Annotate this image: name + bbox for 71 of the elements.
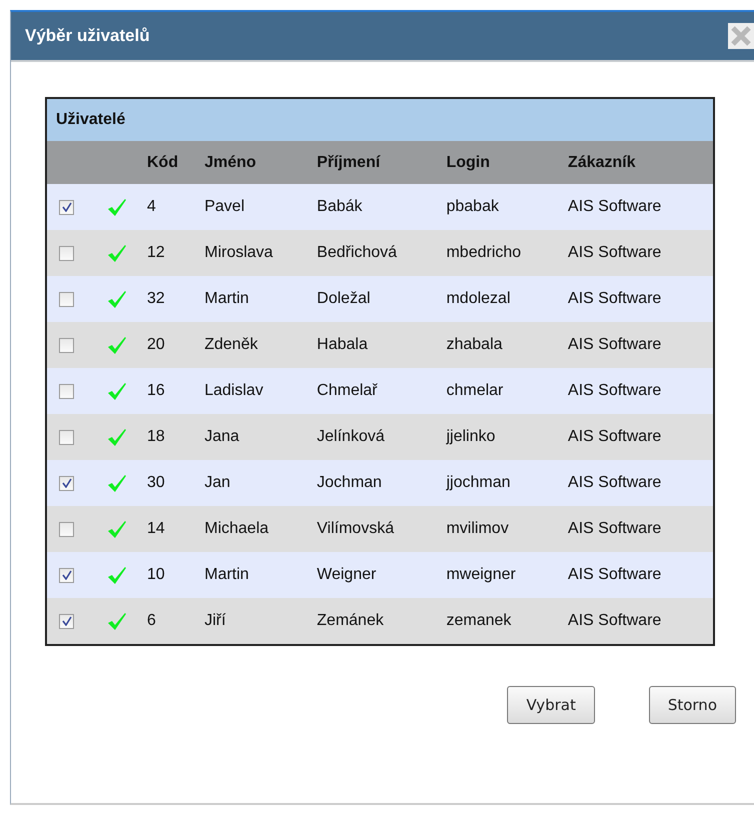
row-checkbox[interactable]	[59, 292, 74, 306]
table-cell: AIS Software	[564, 322, 713, 368]
table-cell: 16	[143, 368, 200, 414]
table-cell: AIS Software	[564, 460, 713, 506]
close-icon	[728, 23, 754, 49]
table-cell: Bedřichová	[312, 230, 442, 276]
table-cell: AIS Software	[564, 368, 713, 414]
column-header: Zákazník	[564, 141, 713, 184]
table-caption: Uživatelé	[47, 99, 713, 141]
table-cell: Habala	[312, 322, 442, 368]
table-cell: 32	[143, 276, 200, 322]
table-cell: 18	[143, 414, 200, 460]
table-cell: Weigner	[312, 552, 442, 598]
row-checkbox[interactable]	[59, 614, 74, 628]
table-cell: jjelinko	[442, 414, 564, 460]
row-checkbox[interactable]	[59, 338, 74, 352]
table-cell: AIS Software	[564, 598, 713, 644]
table-cell: AIS Software	[564, 506, 713, 552]
table-cell: 4	[143, 184, 200, 230]
table-cell: AIS Software	[564, 230, 713, 276]
row-checkbox[interactable]	[59, 476, 74, 490]
table-cell: chmelar	[442, 368, 564, 414]
table-cell: Jochman	[312, 460, 442, 506]
table-cell: 12	[143, 230, 200, 276]
table-cell: 6	[143, 598, 200, 644]
close-button[interactable]	[728, 23, 754, 49]
row-checkbox[interactable]	[59, 568, 74, 582]
table-cell: Jelínková	[312, 414, 442, 460]
row-checkbox[interactable]	[59, 200, 74, 214]
row-checkbox[interactable]	[59, 246, 74, 260]
row-checkbox[interactable]	[59, 430, 74, 444]
table-cell: 20	[143, 322, 200, 368]
table-cell: Jiří	[200, 598, 313, 644]
table-cell: Martin	[200, 276, 313, 322]
column-header: Příjmení	[312, 141, 442, 184]
table-cell: Chmelař	[312, 368, 442, 414]
column-header: Jméno	[200, 141, 313, 184]
select-button[interactable]: Vybrat	[507, 686, 595, 724]
table-cell: Pavel	[200, 184, 313, 230]
table-cell: Jana	[200, 414, 313, 460]
window-title: Výběr uživatelů	[25, 26, 150, 46]
table-cell: mdolezal	[442, 276, 564, 322]
table-cell: 10	[143, 552, 200, 598]
table-cell: mvilimov	[442, 506, 564, 552]
table-cell: Miroslava	[200, 230, 313, 276]
table-cell: zemanek	[442, 598, 564, 644]
table-cell: Michaela	[200, 506, 313, 552]
table-cell: Zdeněk	[200, 322, 313, 368]
table-cell: zhabala	[442, 322, 564, 368]
column-header: Kód	[143, 141, 200, 184]
table-cell: mbedricho	[442, 230, 564, 276]
row-checkbox[interactable]	[59, 384, 74, 398]
table-cell: Vilímovská	[312, 506, 442, 552]
table-cell: Ladislav	[200, 368, 313, 414]
table-cell: 14	[143, 506, 200, 552]
column-header: Login	[442, 141, 564, 184]
cancel-button[interactable]: Storno	[648, 686, 736, 724]
table-cell: mweigner	[442, 552, 564, 598]
table-cell: jjochman	[442, 460, 564, 506]
table-cell: 30	[143, 460, 200, 506]
table-cell: AIS Software	[564, 414, 713, 460]
table-cell: Zemánek	[312, 598, 442, 644]
table-cell: Jan	[200, 460, 313, 506]
table-cell: Babák	[312, 184, 442, 230]
table-cell: AIS Software	[564, 184, 713, 230]
table-cell: Doležal	[312, 276, 442, 322]
table-cell: pbabak	[442, 184, 564, 230]
table-cell: AIS Software	[564, 276, 713, 322]
table-cell: AIS Software	[564, 552, 713, 598]
row-checkbox[interactable]	[59, 522, 74, 536]
table-cell: Martin	[200, 552, 313, 598]
